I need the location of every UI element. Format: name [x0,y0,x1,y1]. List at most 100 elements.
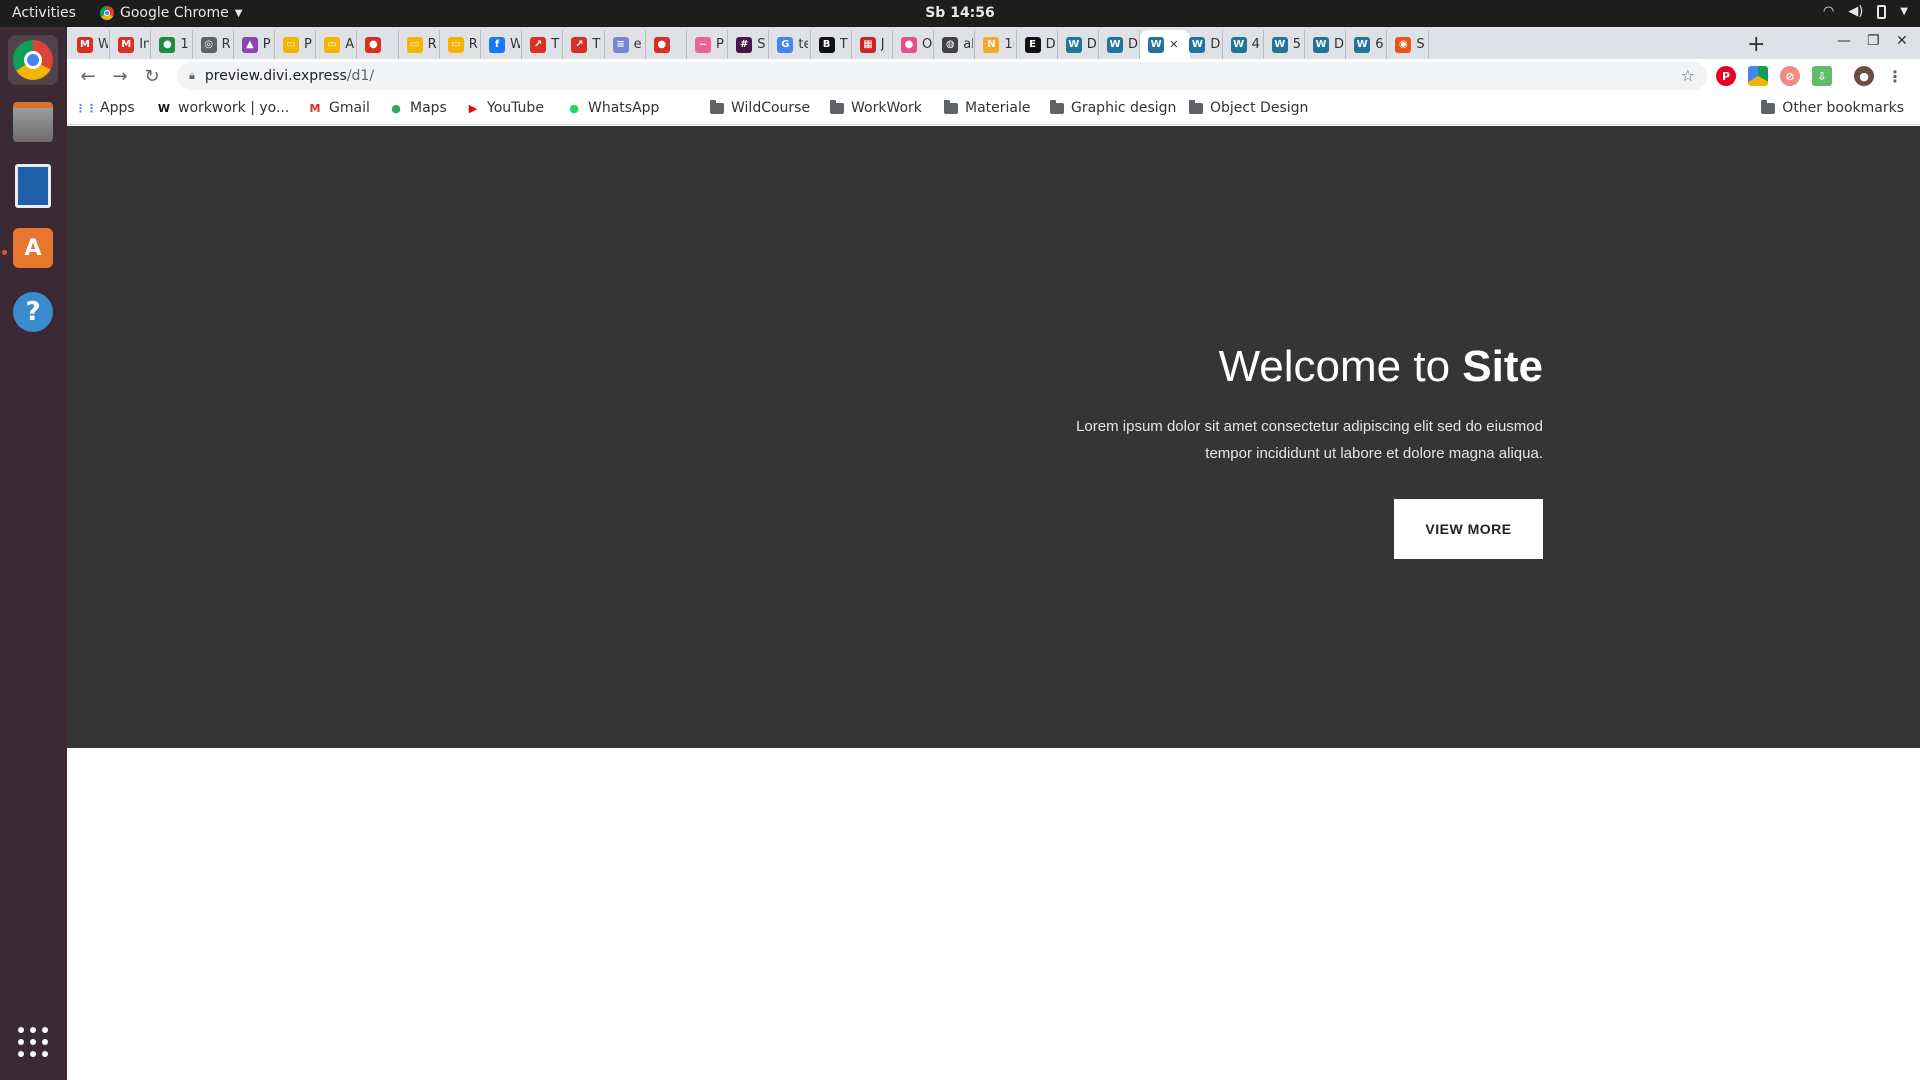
browser-tab[interactable]: WD [1099,30,1141,59]
browser-tab[interactable]: WD [1181,30,1223,59]
browser-tab[interactable]: ◍ al [934,30,976,59]
browser-tab[interactable]: M In [110,30,152,59]
arrow-left-icon: ← [80,65,96,87]
browser-tab[interactable]: N 1( [975,30,1017,59]
forward-button[interactable]: → [108,64,132,88]
e-letter-icon: E [1024,36,1041,53]
app-grid-icon [18,1027,48,1057]
gray-circle-icon: ◎ [200,36,217,53]
minimize-button[interactable]: — [1837,33,1851,49]
browser-tab[interactable]: ▲ P [234,30,275,59]
bookmark-item[interactable]: Wworkwork | yo... [157,100,289,116]
browser-tab[interactable]: WD [1305,30,1347,59]
browser-tab[interactable]: ▭ A [316,30,358,59]
chevron-down-icon: ▼ [1900,6,1908,17]
view-more-button[interactable]: VIEW MORE [1394,499,1543,559]
browser-tab[interactable]: ≡ e [605,30,646,59]
tab-title: D [1045,37,1056,52]
browser-tab[interactable]: W6 [1346,30,1388,59]
bookmark-item[interactable]: ⋮⋮ Apps [75,100,135,116]
reload-button[interactable]: ↻ [140,64,164,88]
wordpress-icon: W [1230,36,1247,53]
new-tab-button[interactable]: + [1747,32,1765,57]
browser-tab[interactable]: BT [811,30,852,59]
pink-logo-icon: ~ [695,36,711,53]
bookmark-item[interactable]: Graphic design [1050,99,1177,116]
chrome-icon [13,40,53,80]
tab-title: W [510,37,520,52]
dock-chrome[interactable] [8,35,58,85]
browser-tab[interactable]: W5 [1264,30,1305,59]
close-tab-icon[interactable]: ✕ [1169,38,1178,51]
close-window-button[interactable]: ✕ [1896,33,1908,49]
browser-tab[interactable]: Gte [769,30,811,59]
browser-tab[interactable]: ED [1017,30,1058,59]
tab-title: te [798,37,809,52]
address-bar[interactable]: 🔒︎ preview.divi.express/d1/ ☆ [177,62,1707,90]
hero-title: Welcome to Site [1023,341,1543,393]
app-menu[interactable]: Google Chrome ▼ [100,5,242,21]
hero-section: Welcome to Site Lorem ipsum dolor sit am… [67,126,1920,748]
browser-tab[interactable]: ▭ R [440,30,481,59]
pinterest-icon[interactable]: P [1716,66,1736,86]
tab-title: 5 [1292,37,1302,52]
browser-tab[interactable]: ▭ R [399,30,440,59]
lock-icon: 🔒︎ [189,69,195,82]
bookmark-item[interactable]: WorkWork [830,99,922,116]
dock-help[interactable]: ? [8,287,58,337]
browser-tab[interactable]: ● 1: [151,30,193,59]
show-applications-button[interactable] [8,1017,58,1067]
tab-title: 1( [1004,37,1014,52]
bookmarks-bar: Other bookmarks ⋮⋮ Apps Wworkwork | yo... M… [67,93,1920,125]
download-extension-icon[interactable]: ⇩ [1812,66,1832,86]
whatsapp-icon: ● [569,101,579,115]
system-tray[interactable]: ◠ ◀) ▼ [1823,4,1908,19]
browser-tab[interactable]: # S [728,30,770,59]
tab-title: T [592,37,601,52]
dock-files[interactable] [8,97,58,147]
browser-tab[interactable]: ◎ R [193,30,234,59]
dock-software[interactable]: A [8,223,58,273]
browser-tab[interactable]: ◉ S [1387,30,1429,59]
browser-tab[interactable]: ▭ P [275,30,317,59]
bookmark-star-icon[interactable]: ☆ [1681,66,1695,85]
hero-content: Welcome to Site Lorem ipsum dolor sit am… [1023,341,1543,559]
restore-button[interactable]: ❐ [1867,33,1880,49]
browser-tab[interactable]: fW [481,30,523,59]
bookmark-item[interactable]: ● Maps [389,100,447,116]
browser-tab[interactable]: ↗ T [522,30,564,59]
bookmark-item[interactable]: ▶ YouTube [466,100,544,116]
dribbble-extension-icon[interactable]: ⊘ [1780,66,1800,86]
doc-icon: ≡ [612,36,629,53]
yellow-logo-icon: N [983,36,1000,53]
other-bookmarks[interactable]: Other bookmarks [1761,99,1904,116]
browser-tab[interactable]: ● [357,30,399,59]
bookmark-item[interactable]: Object Design [1189,99,1308,116]
bookmark-item[interactable]: M Gmail [308,100,370,116]
dock-writer[interactable] [8,161,58,211]
bookmark-item[interactable]: ● WhatsApp [567,100,659,116]
activities-button[interactable]: Activities [12,5,76,21]
browser-tab[interactable]: ▦ J [852,30,893,59]
bookmark-label: YouTube [487,100,544,116]
bookmark-item[interactable]: Materiale [944,99,1031,116]
clock[interactable]: Sb 14:56 [925,5,995,21]
browser-tab[interactable]: ~ P [687,30,729,59]
apps-grid-icon: ⋮⋮ [75,101,97,115]
browser-tab[interactable]: ↗ T [563,30,605,59]
folder-icon [1189,99,1203,114]
bookmark-label: Graphic design [1071,100,1177,116]
document-writer-icon [15,164,51,208]
browser-tab[interactable]: WD [1058,30,1099,59]
profile-avatar[interactable]: ● [1854,66,1874,86]
browser-tab[interactable]: MW [69,30,111,59]
menu-kebab-icon[interactable]: ⋮ [1885,66,1905,86]
browser-tab[interactable]: ● [646,30,687,59]
google-drive-icon[interactable] [1748,66,1768,86]
wordpress-icon: W [1271,36,1288,53]
bookmark-item[interactable]: WildCourse [710,99,810,116]
back-button[interactable]: ← [76,64,100,88]
hero-text-line1: Lorem ipsum dolor sit amet consectetur a… [1076,418,1543,435]
browser-tab[interactable]: W4 [1223,30,1264,59]
browser-tab[interactable]: ● O [893,30,935,59]
